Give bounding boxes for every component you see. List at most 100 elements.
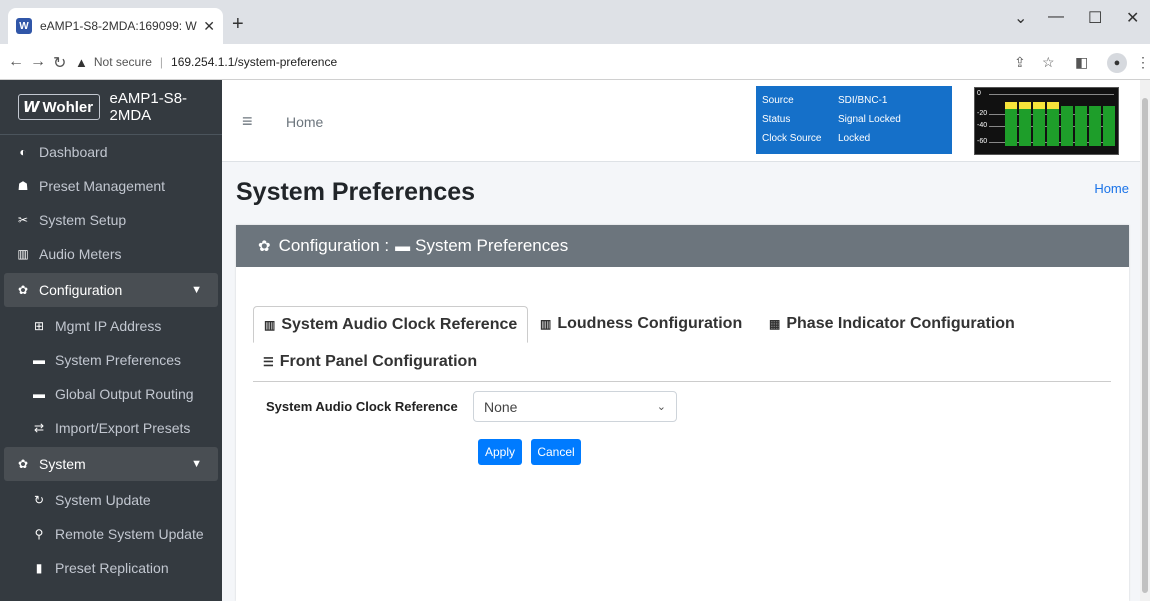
sidebar-item-preset-replication[interactable]: ▮ Preset Replication	[0, 551, 222, 585]
tab-label: System Audio Clock Reference	[281, 315, 518, 333]
signal-status-panel: Source SDI/BNC-1 Status Signal Locked Cl…	[756, 86, 952, 154]
maximize-icon[interactable]: ☐	[1088, 8, 1102, 28]
sidebar-item-remote-system-update[interactable]: ⚲ Remote System Update	[0, 517, 222, 551]
keyboard-icon: ▬	[395, 237, 411, 255]
reload-icon[interactable]: ↻	[53, 53, 66, 73]
chevron-down-icon: ▼	[191, 458, 202, 470]
browser-tab[interactable]: W eAMP1-S8-2MDA:169099: Wohle ✕	[8, 8, 223, 44]
breadcrumb[interactable]: Home	[1094, 181, 1129, 196]
preference-tabs: ▥ System Audio Clock Reference ▥ Loudnes…	[253, 306, 1111, 382]
sidebar-item-import-export-presets[interactable]: ⇄ Import/Export Presets	[0, 411, 222, 445]
meter-bar	[1047, 102, 1059, 146]
status-value: Locked	[838, 133, 871, 144]
meter-bar	[1019, 102, 1031, 146]
sidebar-item-label: Configuration	[39, 282, 123, 298]
page-scrollbar[interactable]	[1140, 80, 1150, 601]
warning-icon: ▲	[75, 54, 88, 70]
status-value: Signal Locked	[838, 114, 901, 125]
new-tab-icon[interactable]: +	[232, 14, 244, 34]
tab-label: Loudness Configuration	[557, 315, 743, 332]
tab-front-panel-configuration[interactable]: ☰ Front Panel Configuration	[253, 344, 487, 380]
sidebar-item-audio-meters[interactable]: ▥ Audio Meters	[0, 237, 222, 271]
close-window-icon[interactable]: ✕	[1126, 8, 1139, 28]
status-row: Clock Source Locked	[762, 129, 952, 148]
exchange-icon: ⇄	[33, 421, 45, 435]
refresh-icon: ↻	[33, 493, 45, 507]
sidebar-item-system-preferences[interactable]: ▬ System Preferences	[0, 343, 222, 377]
brand[interactable]: W Wohler eAMP1-S8-2MDA	[0, 80, 222, 135]
tab-phase-indicator-configuration[interactable]: ▦ Phase Indicator Configuration	[759, 306, 1025, 342]
back-icon[interactable]: ←	[8, 53, 24, 71]
cog-icon: ✿	[258, 238, 271, 255]
top-navbar: ≡ Home Source SDI/BNC-1 Status Signal Lo…	[222, 80, 1150, 162]
sidebar-item-dashboard[interactable]: ◐ Dashboard	[0, 135, 222, 169]
meter-bar	[1005, 102, 1017, 146]
logo-wordmark: Wohler	[42, 98, 94, 116]
configuration-card: ✿ Configuration : ▬ System Preferences ▥…	[236, 225, 1129, 601]
page-title: System Preferences	[236, 178, 476, 206]
sidebar-item-label: System Update	[55, 492, 151, 508]
grid-icon: ▦	[769, 317, 781, 331]
browser-tab-title: eAMP1-S8-2MDA:169099: Wohle	[40, 19, 197, 33]
status-row: Status Signal Locked	[762, 110, 952, 129]
sidebar-item-system-setup[interactable]: ✂ System Setup	[0, 203, 222, 237]
tab-search-icon[interactable]: ⌄	[1014, 8, 1027, 28]
bookmark-star-icon[interactable]: ☆	[1042, 54, 1055, 71]
sidebar-item-system[interactable]: ✿ System ▼	[4, 447, 218, 481]
not-secure-label: Not secure	[93, 55, 152, 69]
favicon-icon: W	[16, 18, 32, 34]
select-value: None	[484, 398, 518, 415]
tab-loudness-configuration[interactable]: ▥ Loudness Configuration	[530, 306, 752, 342]
side-panel-icon[interactable]: ◧	[1075, 54, 1088, 71]
scrollbar-thumb[interactable]	[1142, 98, 1148, 593]
cog-icon: ✿	[17, 283, 29, 297]
clock-reference-select[interactable]: None ⌄	[473, 391, 677, 422]
audio-meter-widget[interactable]: 0 -20 -40 -60	[952, 84, 1122, 158]
profile-avatar-icon[interactable]: ●	[1107, 53, 1127, 73]
sidebar-item-label: Global Output Routing	[55, 386, 194, 402]
cancel-button[interactable]: Cancel	[531, 439, 581, 465]
sidebar-item-label: Preset Management	[39, 178, 166, 194]
meter-bar	[1089, 106, 1101, 146]
sidebar-item-global-output-routing[interactable]: ▬ Global Output Routing	[0, 377, 222, 411]
brand-name: eAMP1-S8-2MDA	[109, 90, 188, 124]
meter-bar	[1061, 106, 1073, 146]
close-tab-icon[interactable]: ✕	[203, 18, 215, 35]
hamburger-menu-icon[interactable]: ≡	[242, 111, 253, 132]
browser-menu-icon[interactable]: ⋮	[1136, 54, 1150, 71]
tab-system-audio-clock-reference[interactable]: ▥ System Audio Clock Reference	[253, 306, 529, 343]
meter-bar	[1103, 106, 1115, 146]
meter-label: 0	[977, 90, 981, 97]
share-icon[interactable]: ⇪	[1014, 54, 1026, 71]
chevron-down-icon: ▼	[191, 284, 202, 296]
url-field[interactable]: ▲ Not secure | 169.254.1.1/system-prefer…	[75, 49, 1010, 75]
minimize-icon[interactable]: —	[1048, 8, 1064, 26]
address-bar: ← → ↻ ▲ Not secure | 169.254.1.1/system-…	[0, 44, 1150, 80]
sitemap-icon: ⚲	[34, 527, 44, 541]
status-value: SDI/BNC-1	[838, 95, 888, 106]
meter-peak	[1033, 102, 1045, 109]
sidebar-item-system-update[interactable]: ↻ System Update	[0, 483, 222, 517]
tools-icon: ✂	[17, 213, 29, 227]
sidebar-item-label: Audio Meters	[39, 246, 122, 262]
list-icon: ☰	[263, 355, 274, 369]
tab-label: Phase Indicator Configuration	[786, 315, 1015, 332]
status-key: Status	[762, 114, 791, 125]
nav-home-link[interactable]: Home	[286, 114, 323, 130]
meter-gridline	[989, 94, 1114, 95]
sidebar: W Wohler eAMP1-S8-2MDA ◐ Dashboard ☗ Pre…	[0, 80, 222, 601]
forward-icon[interactable]: →	[30, 53, 46, 71]
browser-tab-bar: W eAMP1-S8-2MDA:169099: Wohle ✕ + ⌄ — ☐ …	[0, 0, 1150, 44]
sidebar-item-label: Remote System Update	[55, 526, 204, 542]
sidebar-item-preset-management[interactable]: ☗ Preset Management	[0, 169, 222, 203]
sidebar-item-mgmt-ip-address[interactable]: ⊞ Mgmt IP Address	[0, 309, 222, 343]
url-separator: |	[159, 55, 164, 69]
meter-bar	[1075, 106, 1087, 146]
sidebar-item-configuration[interactable]: ✿ Configuration ▼	[4, 273, 218, 307]
audio-meter-display: 0 -20 -40 -60	[974, 87, 1119, 155]
tab-label: Front Panel Configuration	[279, 353, 478, 370]
sidebar-item-label: System	[39, 456, 86, 472]
sidebar-item-label: Dashboard	[39, 144, 108, 160]
apply-button[interactable]: Apply	[478, 439, 522, 465]
bar-chart-icon: ▥	[17, 247, 29, 261]
